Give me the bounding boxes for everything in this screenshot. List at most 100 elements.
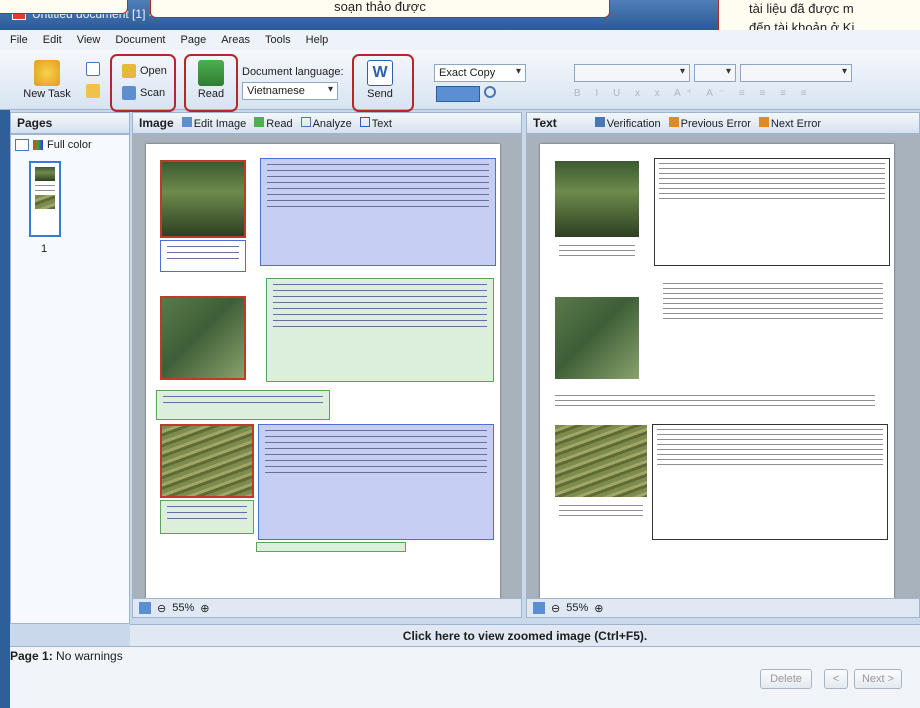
pages-panel-header: Pages — [10, 112, 130, 134]
text-line — [555, 400, 875, 401]
magnify-icon[interactable] — [484, 86, 496, 98]
read-tool-icon — [254, 116, 265, 127]
zoom-out-icon[interactable]: ⊖ — [551, 602, 560, 615]
picture-zone[interactable] — [160, 160, 246, 238]
edit-image-icon — [181, 116, 192, 127]
text-line — [659, 173, 885, 174]
font-size-select[interactable] — [740, 64, 852, 82]
caption-zone[interactable] — [160, 500, 254, 534]
delete-button[interactable]: Delete — [760, 669, 812, 689]
menu-document[interactable]: Document — [115, 34, 165, 46]
next-button[interactable]: Next > — [854, 669, 902, 689]
format-select[interactable]: Exact Copy — [434, 64, 526, 82]
text-line — [663, 283, 883, 284]
menu-help[interactable]: Help — [306, 34, 329, 46]
next-error-tool[interactable]: Next Error — [758, 116, 821, 130]
menu-tools[interactable]: Tools — [265, 34, 291, 46]
format-tools: B I U x x A⁺ A⁻ ≡ ≡ ≡ ≡ — [574, 88, 813, 99]
text-zoom-value[interactable]: 55% — [566, 602, 588, 614]
menu-file[interactable]: File — [10, 34, 28, 46]
caption-zone[interactable] — [160, 240, 246, 272]
text-line — [167, 246, 239, 247]
text-area-tool[interactable]: Text — [359, 116, 392, 130]
text-line — [265, 466, 487, 467]
text-line — [267, 176, 489, 177]
thumbnail-line — [35, 190, 55, 191]
page-thumbnail[interactable] — [29, 161, 61, 237]
annotation-callout-center: soạn thảo được — [150, 0, 610, 18]
table-zone[interactable] — [258, 424, 494, 540]
previous-error-tool[interactable]: Previous Error — [668, 116, 751, 130]
table-zone[interactable] — [260, 158, 496, 266]
layout-mode-icon[interactable] — [436, 86, 480, 102]
menu-edit[interactable]: Edit — [43, 34, 62, 46]
image-title: Image — [139, 116, 174, 130]
text-zone[interactable] — [266, 278, 494, 382]
analyze-label: Analyze — [312, 117, 352, 130]
menu-bar: File Edit View Document Page Areas Tools… — [0, 30, 920, 50]
text-line — [267, 188, 489, 189]
new-task-label: New Task — [23, 88, 71, 100]
read-tool[interactable]: Read — [254, 116, 293, 130]
verification-tool[interactable]: Verification — [594, 116, 661, 130]
text-line — [657, 449, 883, 450]
font-size-hint: A⁺ A⁻ — [674, 88, 731, 99]
document-language-select[interactable]: Vietnamese — [242, 82, 338, 100]
thumbnail-image — [35, 195, 55, 209]
analyze-tool[interactable]: Analyze — [300, 116, 352, 130]
zoom-in-icon[interactable]: ⊕ — [594, 602, 603, 615]
text-line — [167, 512, 247, 513]
caption-block — [554, 240, 640, 270]
menu-page[interactable]: Page — [181, 34, 207, 46]
fit-page-icon[interactable] — [533, 602, 545, 614]
style-select[interactable] — [574, 64, 690, 82]
text-line — [559, 510, 643, 511]
color-mode-select[interactable]: Full color — [15, 139, 92, 151]
new-task-button[interactable]: New Task — [22, 60, 72, 100]
text-line — [273, 320, 487, 321]
text-line — [663, 303, 883, 304]
font-select[interactable] — [694, 64, 736, 82]
text-line — [267, 170, 489, 171]
verification-label: Verification — [606, 117, 661, 130]
folder-button[interactable] — [86, 84, 100, 98]
recent-doc-button[interactable] — [86, 62, 100, 76]
document-language-value: Vietnamese — [247, 85, 305, 97]
menu-areas[interactable]: Areas — [221, 34, 250, 46]
highlight-send — [352, 54, 414, 112]
text-line — [657, 444, 883, 445]
menu-view[interactable]: View — [77, 34, 101, 46]
text-line — [167, 252, 239, 253]
text-line — [663, 293, 883, 294]
text-line — [265, 436, 487, 437]
picture-zone[interactable] — [160, 296, 246, 380]
previous-error-icon — [668, 116, 679, 127]
zoom-image-hint[interactable]: Click here to view zoomed image (Ctrl+F5… — [130, 624, 920, 646]
thumbnail-line — [35, 185, 55, 186]
text-viewer[interactable] — [526, 134, 920, 598]
text-line — [267, 206, 489, 207]
edit-image-tool[interactable]: Edit Image — [181, 116, 246, 130]
text-line — [659, 178, 885, 179]
text-zone[interactable] — [156, 390, 330, 420]
text-line — [659, 188, 885, 189]
text-line — [657, 429, 883, 430]
text-line — [265, 448, 487, 449]
zoom-out-icon[interactable]: ⊖ — [157, 602, 166, 615]
text-line — [663, 313, 883, 314]
image-viewer[interactable] — [132, 134, 522, 598]
text-line — [267, 182, 489, 183]
text-line — [659, 198, 885, 199]
fit-page-icon[interactable] — [139, 602, 151, 614]
text-line — [265, 460, 487, 461]
text-line — [273, 314, 487, 315]
picture-zone[interactable] — [160, 424, 254, 498]
image-zoom-value[interactable]: 55% — [172, 602, 194, 614]
color-mode-icon — [33, 140, 43, 150]
pages-title: Pages — [17, 116, 53, 130]
text-line — [267, 194, 489, 195]
caption-zone[interactable] — [256, 542, 406, 552]
text-line — [559, 505, 643, 506]
previous-button[interactable]: < — [824, 669, 848, 689]
zoom-in-icon[interactable]: ⊕ — [200, 602, 209, 615]
